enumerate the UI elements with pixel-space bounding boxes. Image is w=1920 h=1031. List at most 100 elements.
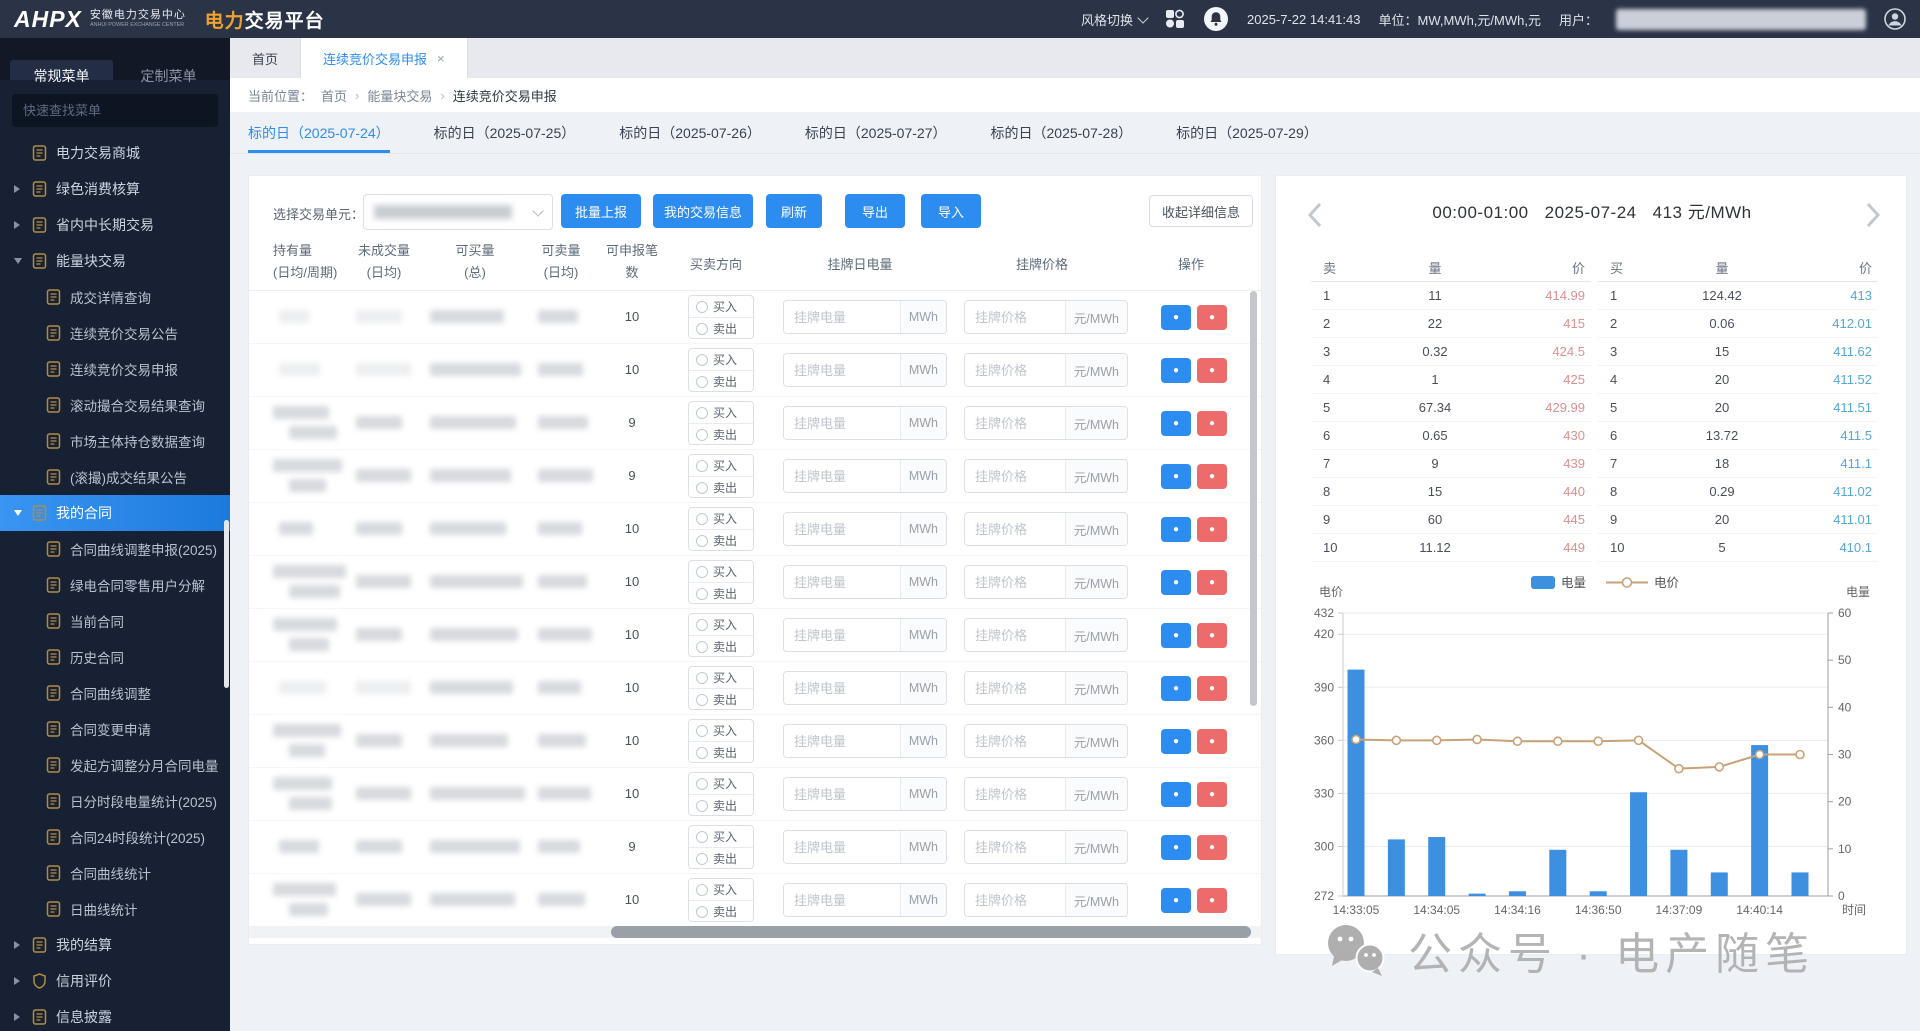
- buy-radio[interactable]: 买入: [689, 773, 753, 794]
- delete-row-button[interactable]: ●: [1197, 464, 1227, 489]
- buy-radio[interactable]: 买入: [689, 349, 753, 370]
- sidebar-item-10[interactable]: 我的合同: [0, 495, 230, 531]
- sell-order-row-1[interactable]: 222415: [1311, 310, 1591, 338]
- listing-energy-input[interactable]: [784, 407, 900, 439]
- sell-order-row-7[interactable]: 815440: [1311, 478, 1591, 506]
- delete-row-button[interactable]: ●: [1197, 623, 1227, 648]
- listing-energy-input[interactable]: [784, 725, 900, 757]
- date-tab-5[interactable]: 标的日（2025-07-29）: [1176, 113, 1318, 153]
- listing-price-input[interactable]: [965, 407, 1065, 439]
- buy-order-row-6[interactable]: 718411.1: [1598, 450, 1878, 478]
- listing-energy-input[interactable]: [784, 778, 900, 810]
- delete-row-button[interactable]: ●: [1197, 517, 1227, 542]
- date-tab-1[interactable]: 标的日（2025-07-25）: [434, 113, 576, 153]
- legend-volume[interactable]: 电量: [1531, 576, 1586, 590]
- buy-radio[interactable]: 买入: [689, 455, 753, 476]
- my-trade-info-button[interactable]: 我的交易信息: [653, 194, 753, 228]
- sidebar-item-20[interactable]: 合同曲线统计: [0, 855, 230, 891]
- sidebar-tab-custom-menu[interactable]: 定制菜单: [117, 60, 220, 80]
- export-button[interactable]: 导出: [845, 194, 905, 228]
- sell-order-row-0[interactable]: 111414.99: [1311, 282, 1591, 310]
- date-tab-0[interactable]: 标的日（2025-07-24）: [248, 113, 390, 153]
- table-horizontal-scrollbar-thumb[interactable]: [611, 926, 1251, 938]
- import-button[interactable]: 导入: [921, 194, 981, 228]
- sell-order-row-2[interactable]: 30.32424.5: [1311, 338, 1591, 366]
- sidebar-item-24[interactable]: 信息披露: [0, 999, 230, 1031]
- submit-row-button[interactable]: ●: [1161, 570, 1191, 595]
- sidebar-tab-regular-menu[interactable]: 常规菜单: [10, 60, 113, 80]
- sell-radio[interactable]: 卖出: [689, 794, 753, 816]
- buy-radio[interactable]: 买入: [689, 720, 753, 741]
- collapse-detail-button[interactable]: 收起详细信息: [1149, 195, 1253, 227]
- submit-row-button[interactable]: ●: [1161, 676, 1191, 701]
- sidebar-scrollbar-thumb[interactable]: [224, 520, 229, 688]
- listing-energy-input[interactable]: [784, 301, 900, 333]
- buy-order-row-5[interactable]: 613.72411.5: [1598, 422, 1878, 450]
- sell-order-row-4[interactable]: 567.34429.99: [1311, 394, 1591, 422]
- submit-row-button[interactable]: ●: [1161, 888, 1191, 913]
- date-tab-4[interactable]: 标的日（2025-07-28）: [991, 113, 1133, 153]
- sell-order-row-3[interactable]: 41425: [1311, 366, 1591, 394]
- buy-order-row-7[interactable]: 80.29411.02: [1598, 478, 1878, 506]
- buy-order-row-0[interactable]: 1124.42413: [1598, 282, 1878, 310]
- apps-grid-icon[interactable]: [1165, 9, 1185, 29]
- legend-price[interactable]: 电价: [1606, 576, 1680, 590]
- tab-continuous-bidding[interactable]: 连续竞价交易申报 ×: [301, 38, 468, 78]
- delete-row-button[interactable]: ●: [1197, 570, 1227, 595]
- buy-order-row-1[interactable]: 20.06412.01: [1598, 310, 1878, 338]
- sidebar-item-5[interactable]: 连续竞价交易公告: [0, 315, 230, 351]
- batch-submit-button[interactable]: 批量上报: [561, 194, 641, 228]
- sell-radio[interactable]: 卖出: [689, 900, 753, 922]
- tab-home[interactable]: 首页: [230, 38, 301, 78]
- buy-radio[interactable]: 买入: [689, 402, 753, 423]
- sell-radio[interactable]: 卖出: [689, 688, 753, 710]
- sidebar-item-2[interactable]: 省内中长期交易: [0, 207, 230, 243]
- delete-row-button[interactable]: ●: [1197, 676, 1227, 701]
- sell-order-row-6[interactable]: 79439: [1311, 450, 1591, 478]
- listing-price-input[interactable]: [965, 460, 1065, 492]
- listing-price-input[interactable]: [965, 301, 1065, 333]
- sidebar-item-3[interactable]: 能量块交易: [0, 243, 230, 279]
- sidebar-item-8[interactable]: 市场主体持仓数据查询: [0, 423, 230, 459]
- buy-order-row-9[interactable]: 105410.1: [1598, 534, 1878, 562]
- sidebar-item-4[interactable]: 成交详情查询: [0, 279, 230, 315]
- buy-radio[interactable]: 买入: [689, 561, 753, 582]
- submit-row-button[interactable]: ●: [1161, 782, 1191, 807]
- buy-radio[interactable]: 买入: [689, 614, 753, 635]
- listing-price-input[interactable]: [965, 725, 1065, 757]
- sidebar-item-1[interactable]: 绿色消费核算: [0, 171, 230, 207]
- sidebar-item-16[interactable]: 合同变更申请: [0, 711, 230, 747]
- listing-energy-input[interactable]: [784, 513, 900, 545]
- buy-order-row-4[interactable]: 520411.51: [1598, 394, 1878, 422]
- listing-energy-input[interactable]: [784, 672, 900, 704]
- listing-price-input[interactable]: [965, 354, 1065, 386]
- delete-row-button[interactable]: ●: [1197, 411, 1227, 436]
- buy-radio[interactable]: 买入: [689, 296, 753, 317]
- listing-price-input[interactable]: [965, 884, 1065, 916]
- sell-radio[interactable]: 卖出: [689, 529, 753, 551]
- listing-price-input[interactable]: [965, 831, 1065, 863]
- sidebar-item-12[interactable]: 绿电合同零售用户分解: [0, 567, 230, 603]
- submit-row-button[interactable]: ●: [1161, 835, 1191, 860]
- next-hour-button[interactable]: [1862, 200, 1884, 230]
- sidebar-item-17[interactable]: 发起方调整分月合同电量: [0, 747, 230, 783]
- listing-energy-input[interactable]: [784, 619, 900, 651]
- listing-price-input[interactable]: [965, 513, 1065, 545]
- sell-radio[interactable]: 卖出: [689, 476, 753, 498]
- date-tab-3[interactable]: 标的日（2025-07-27）: [805, 113, 947, 153]
- listing-price-input[interactable]: [965, 778, 1065, 810]
- buy-radio[interactable]: 买入: [689, 879, 753, 900]
- listing-energy-input[interactable]: [784, 831, 900, 863]
- sell-radio[interactable]: 卖出: [689, 370, 753, 392]
- sell-radio[interactable]: 卖出: [689, 741, 753, 763]
- menu-search-input[interactable]: [12, 94, 218, 127]
- listing-price-input[interactable]: [965, 566, 1065, 598]
- buy-radio[interactable]: 买入: [689, 667, 753, 688]
- sidebar-item-0[interactable]: 电力交易商城: [0, 135, 230, 171]
- sidebar-item-9[interactable]: (滚撮)成交结果公告: [0, 459, 230, 495]
- listing-energy-input[interactable]: [784, 566, 900, 598]
- sidebar-item-14[interactable]: 历史合同: [0, 639, 230, 675]
- sidebar-item-13[interactable]: 当前合同: [0, 603, 230, 639]
- submit-row-button[interactable]: ●: [1161, 623, 1191, 648]
- listing-energy-input[interactable]: [784, 460, 900, 492]
